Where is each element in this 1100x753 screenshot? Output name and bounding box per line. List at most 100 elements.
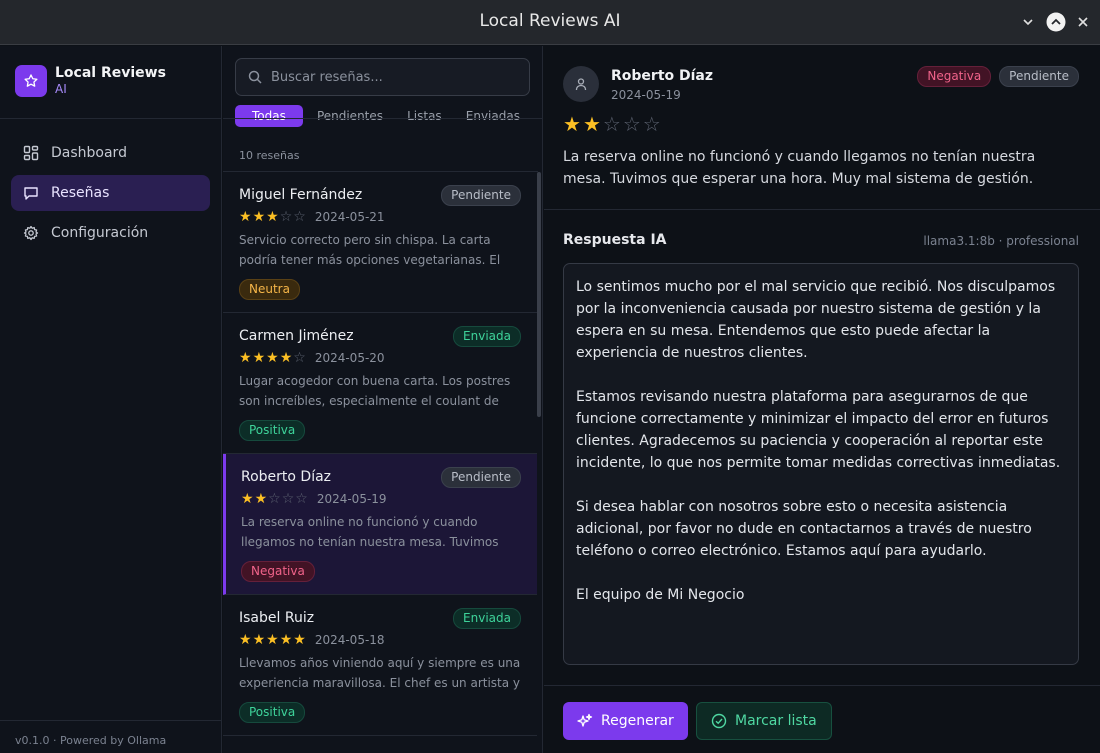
sentiment-badge: Neutra — [239, 279, 300, 300]
star-filled-icon: ★ — [279, 632, 293, 648]
sentiment-badge: Positiva — [239, 702, 306, 723]
review-card[interactable]: Isabel Ruiz Enviada ★ ★ ★ ★ ★ 2024-05-18 Lle… — [223, 595, 537, 736]
star-filled-icon: ★ — [252, 350, 266, 366]
title-bar: Local Reviews AI — [0, 0, 1100, 45]
sidebar-item-dashboard[interactable]: Dashboard — [11, 135, 210, 171]
ai-response-textarea[interactable]: Lo sentimos mucho por el mal servicio qu… — [563, 263, 1079, 665]
star-filled-icon: ★ — [279, 350, 293, 366]
divider — [223, 118, 542, 119]
star-empty-icon: ☆ — [295, 491, 308, 507]
detail-date: 2024-05-19 — [611, 88, 681, 102]
star-filled-icon: ★ — [266, 632, 279, 648]
star-logo-icon — [15, 65, 47, 97]
star-filled-icon: ★ — [252, 632, 266, 648]
sidebar-item-label: Dashboard — [51, 145, 127, 161]
review-card[interactable]: Miguel Fernández Pendiente ★ ★ ★ ☆ ☆ 2024-05… — [223, 172, 537, 313]
star-rating: ★ ★ ★ ☆ ☆ — [239, 210, 307, 224]
star-empty-icon: ☆ — [293, 209, 306, 225]
gear-icon — [23, 225, 39, 241]
review-date: 2024-05-20 — [314, 351, 385, 365]
reviewer-name: Isabel Ruiz — [239, 610, 315, 626]
reviewer-name: Miguel Fernández — [239, 187, 363, 203]
sentiment-badge: Negativa — [917, 66, 992, 87]
status-badge: Pendiente — [441, 466, 521, 488]
chat-icon — [23, 185, 39, 201]
maximize-icon[interactable] — [1046, 12, 1066, 32]
filter-tabs: Todas Pendientes Listas Enviadas — [235, 105, 530, 127]
sentiment-badge: Positiva — [239, 420, 306, 441]
star-filled-icon: ★ — [252, 209, 266, 225]
sidebar-item-label: Configuración — [51, 225, 149, 241]
star-rating: ★ ★ ★ ★ ☆ — [239, 351, 307, 365]
star-empty-icon: ☆ — [279, 209, 293, 225]
mark-ready-label: Marcar lista — [735, 713, 817, 729]
star-empty-icon: ☆ — [293, 350, 306, 366]
reviewer-name: Roberto Díaz — [241, 469, 332, 485]
detail-review-text: La reserva online no funcionó y cuando l… — [563, 149, 1036, 187]
review-excerpt: La reserva online no funcionó y cuando l… — [241, 515, 499, 549]
sidebar-nav: Dashboard Reseñas Configuración — [11, 135, 210, 255]
sentiment-badge: Negativa — [241, 561, 315, 582]
divider — [0, 118, 222, 119]
tab-pendientes[interactable]: Pendientes — [307, 105, 393, 127]
star-rating: ★ ★ ★ ★ ★ — [239, 633, 307, 647]
list-scrollbar[interactable] — [537, 172, 541, 417]
star-empty-icon: ☆ — [622, 112, 641, 136]
reviewer-name: Carmen Jiménez — [239, 328, 354, 344]
sidebar-item-configuracion[interactable]: Configuración — [11, 215, 210, 251]
star-filled-icon: ★ — [241, 491, 254, 507]
star-empty-icon: ☆ — [602, 112, 621, 136]
sidebar-item-resenas[interactable]: Reseñas — [11, 175, 210, 211]
tab-listas[interactable]: Listas — [397, 105, 452, 127]
regenerate-button[interactable]: Regenerar — [563, 702, 688, 740]
status-badge: Enviada — [453, 607, 521, 629]
star-filled-icon: ★ — [254, 491, 268, 507]
review-list-panel: Todas Pendientes Listas Enviadas 10 rese… — [223, 46, 543, 753]
star-empty-icon: ☆ — [281, 491, 295, 507]
window-title: Local Reviews AI — [479, 11, 621, 31]
mark-ready-button[interactable]: Marcar lista — [696, 702, 832, 740]
status-badge: Enviada — [453, 325, 521, 347]
minimize-icon[interactable] — [1018, 12, 1038, 32]
user-icon — [575, 78, 587, 91]
star-filled-icon: ★ — [266, 350, 279, 366]
review-count: 10 reseñas — [239, 149, 300, 162]
star-empty-icon: ☆ — [642, 112, 661, 136]
review-excerpt: Llevamos años viniendo aquí y siempre es… — [239, 656, 521, 690]
review-date: 2024-05-19 — [316, 492, 387, 506]
star-filled-icon: ★ — [239, 350, 252, 366]
sparkles-icon — [577, 713, 593, 729]
status-badge: Pendiente — [999, 66, 1079, 87]
version-footer: v0.1.0 · Powered by Ollama — [15, 734, 167, 747]
star-filled-icon: ★ — [266, 209, 279, 225]
brand-subtitle: AI — [55, 82, 67, 96]
review-date: 2024-05-18 — [314, 633, 385, 647]
divider — [0, 720, 222, 721]
review-excerpt: Servicio correcto pero sin chispa. La ca… — [239, 233, 501, 267]
detail-reviewer-name: Roberto Díaz — [611, 68, 714, 84]
review-card[interactable]: Carmen Jiménez Enviada ★ ★ ★ ★ ☆ 2024-05-20 … — [223, 313, 537, 454]
tab-todas[interactable]: Todas — [235, 105, 303, 127]
review-excerpt: Lugar acogedor con buena carta. Los post… — [239, 374, 511, 408]
star-filled-icon: ★ — [563, 112, 581, 136]
avatar — [563, 66, 599, 102]
regenerate-label: Regenerar — [601, 713, 674, 729]
search-input[interactable] — [271, 69, 511, 85]
tab-enviadas[interactable]: Enviadas — [456, 105, 530, 127]
sidebar-item-label: Reseñas — [51, 185, 110, 201]
close-icon[interactable] — [1073, 12, 1093, 32]
sidebar: Local Reviews AI Dashboard Reseñas Confi… — [0, 46, 222, 753]
review-card-selected[interactable]: Roberto Díaz Pendiente ★ ★ ☆ ☆ ☆ 2024-05-19 … — [223, 454, 537, 595]
brand: Local Reviews AI — [15, 65, 166, 97]
status-badge: Pendiente — [441, 184, 521, 206]
detail-star-rating: ★ ★ ☆ ☆ ☆ — [563, 114, 663, 134]
star-filled-icon: ★ — [239, 632, 252, 648]
star-filled-icon: ★ — [239, 209, 252, 225]
search-box[interactable] — [235, 58, 530, 96]
check-circle-icon — [711, 713, 727, 729]
star-filled-icon: ★ — [582, 112, 601, 136]
star-empty-icon: ☆ — [268, 491, 281, 507]
review-detail-panel: Roberto Díaz 2024-05-19 Negativa Pendien… — [544, 46, 1100, 753]
divider — [544, 685, 1100, 686]
star-rating: ★ ★ ☆ ☆ ☆ — [241, 492, 309, 506]
